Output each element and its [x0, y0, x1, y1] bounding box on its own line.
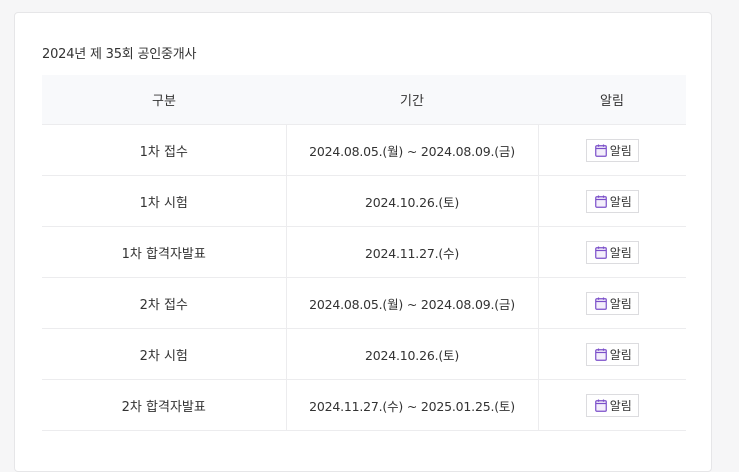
table-header-row: 구분 기간 알림: [42, 75, 686, 125]
row-type: 1차 접수: [42, 124, 286, 176]
row-period: 2024.10.26.(토): [285, 175, 539, 227]
row-alarm-cell: 알림: [538, 328, 686, 380]
row-period: 2024.10.26.(토): [285, 328, 539, 380]
header-type: 구분: [42, 75, 286, 125]
row-alarm-cell: 알림: [538, 124, 686, 176]
row-type: 2차 접수: [42, 277, 286, 329]
alarm-button-label: 알림: [609, 347, 632, 362]
row-period: 2024.08.05.(월) ~ 2024.08.09.(금): [285, 124, 539, 176]
row-type: 2차 합격자발표: [42, 379, 286, 431]
alarm-button[interactable]: 알림: [585, 138, 639, 162]
schedule-table: 구분 기간 알림 1차 접수 2024.08.05.(월) ~ 2024.08.…: [42, 75, 686, 431]
table-row: 2차 시험 2024.10.26.(토) 알림: [42, 328, 686, 380]
row-type: 1차 시험: [42, 175, 286, 227]
table-row: 2차 합격자발표 2024.11.27.(수) ~ 2025.01.25.(토)…: [42, 379, 686, 431]
alarm-button[interactable]: 알림: [585, 393, 639, 417]
alarm-button-label: 알림: [609, 296, 632, 311]
row-period: 2024.08.05.(월) ~ 2024.08.09.(금): [285, 277, 539, 329]
alarm-button-label: 알림: [609, 194, 632, 209]
alarm-button-label: 알림: [609, 143, 632, 158]
row-type: 2차 시험: [42, 328, 286, 380]
calendar-icon: [594, 195, 607, 208]
table-row: 1차 합격자발표 2024.11.27.(수) 알림: [42, 226, 686, 278]
row-alarm-cell: 알림: [538, 175, 686, 227]
alarm-button-label: 알림: [609, 245, 632, 260]
row-period: 2024.11.27.(수) ~ 2025.01.25.(토): [285, 379, 539, 431]
calendar-icon: [594, 144, 607, 157]
alarm-button-label: 알림: [609, 398, 632, 413]
calendar-icon: [594, 297, 607, 310]
calendar-icon: [594, 348, 607, 361]
header-alarm: 알림: [538, 75, 686, 125]
row-alarm-cell: 알림: [538, 379, 686, 431]
table-row: 1차 시험 2024.10.26.(토) 알림: [42, 175, 686, 227]
alarm-button[interactable]: 알림: [585, 342, 639, 366]
table-row: 2차 접수 2024.08.05.(월) ~ 2024.08.09.(금) 알림: [42, 277, 686, 329]
row-alarm-cell: 알림: [538, 226, 686, 278]
row-type: 1차 합격자발표: [42, 226, 286, 278]
table-row: 1차 접수 2024.08.05.(월) ~ 2024.08.09.(금) 알림: [42, 124, 686, 176]
alarm-button[interactable]: 알림: [585, 291, 639, 315]
header-period: 기간: [286, 75, 538, 125]
row-alarm-cell: 알림: [538, 277, 686, 329]
exam-title: 2024년 제 35회 공인중개사: [42, 47, 197, 62]
alarm-button[interactable]: 알림: [585, 240, 639, 264]
exam-schedule-card: 2024년 제 35회 공인중개사 구분 기간 알림 1차 접수 2024.08…: [14, 12, 712, 472]
calendar-icon: [594, 246, 607, 259]
row-period: 2024.11.27.(수): [285, 226, 539, 278]
calendar-icon: [594, 399, 607, 412]
alarm-button[interactable]: 알림: [585, 189, 639, 213]
